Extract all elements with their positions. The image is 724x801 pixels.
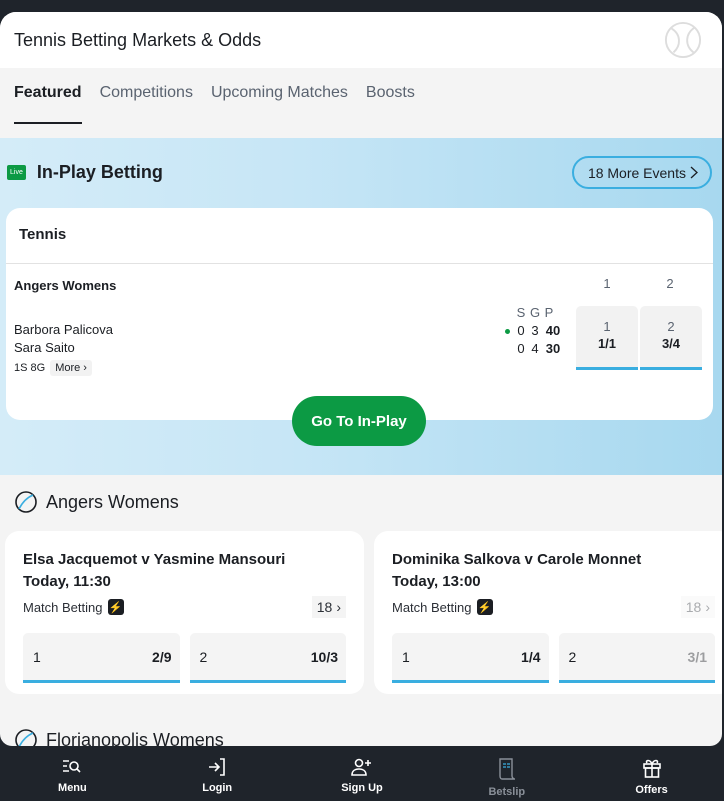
- live-badge: Live: [7, 165, 26, 180]
- competition-header[interactable]: Florianopolis Womens: [14, 728, 224, 746]
- player-name[interactable]: Sara Saito: [14, 339, 113, 357]
- tab-bar: Featured Competitions Upcoming Matches B…: [0, 68, 722, 138]
- tennis-ball-icon: [664, 21, 702, 59]
- competition-header[interactable]: Angers Womens: [14, 490, 179, 514]
- markets-count: 18: [316, 599, 333, 615]
- odds-selection: 1: [33, 648, 41, 665]
- inplay-card-title: Tennis: [6, 208, 713, 264]
- score-header: G: [529, 305, 541, 320]
- stage-label: 1S 8G: [14, 362, 46, 374]
- odds-button[interactable]: 1 1/4: [392, 633, 549, 683]
- points: 40: [545, 323, 561, 338]
- odds-price: 10/3: [310, 648, 338, 665]
- tennis-ball-icon: [15, 491, 37, 513]
- tennis-ball-icon: [15, 729, 37, 746]
- page-frame: Tennis Betting Markets & Odds Featured C…: [0, 12, 722, 746]
- add-user-icon: [351, 758, 371, 776]
- sets: 0: [517, 323, 525, 338]
- nav-login[interactable]: Login: [145, 746, 290, 801]
- odds-button[interactable]: 1 1/1: [576, 306, 638, 370]
- more-events-label: 18 More Events: [587, 164, 686, 181]
- odds-price: 3/4: [661, 336, 681, 351]
- menu-search-icon: [63, 760, 81, 773]
- nav-label: Offers: [635, 784, 668, 796]
- column-header: 1: [603, 276, 611, 291]
- inplay-competition: Angers Womens: [14, 278, 117, 293]
- match-title: Elsa Jacquemot v Yasmine Mansouri: [23, 551, 286, 568]
- go-to-inplay-button[interactable]: Go To In-Play: [292, 396, 426, 446]
- odds-button[interactable]: 2 3/4: [640, 306, 702, 370]
- tab-upcoming-matches[interactable]: Upcoming Matches: [211, 84, 348, 116]
- nav-label: Sign Up: [341, 782, 383, 794]
- tab-competitions[interactable]: Competitions: [100, 84, 193, 116]
- games: 3: [531, 323, 539, 338]
- markets-count-button[interactable]: 18 ›: [680, 596, 715, 618]
- odds-price: 1/1: [597, 336, 617, 351]
- odds-button[interactable]: 2 3/1: [558, 633, 715, 683]
- tab-featured[interactable]: Featured: [14, 84, 82, 124]
- odds-selection: 2: [199, 648, 208, 665]
- scoreboard: SGP 0 3 40 0 4 30: [505, 304, 564, 358]
- markets-count-button[interactable]: 18 ›: [311, 596, 346, 618]
- lightning-icon: ⚡: [476, 599, 493, 615]
- more-button[interactable]: More ›: [50, 360, 92, 376]
- nav-label: Login: [202, 782, 233, 794]
- bottom-nav: Menu Login Sign Up Betslip Offers: [0, 746, 724, 801]
- more-label: More: [55, 362, 81, 374]
- nav-sign-up[interactable]: Sign Up: [290, 746, 435, 801]
- login-icon: [209, 758, 225, 776]
- nav-betslip[interactable]: Betslip: [434, 746, 579, 801]
- games: 4: [531, 341, 539, 356]
- match-stage: 1S 8G More ›: [14, 360, 92, 376]
- points: 30: [545, 341, 561, 356]
- betslip-icon: [499, 758, 515, 780]
- odds-selection: 1: [402, 648, 410, 665]
- player-name[interactable]: Barbora Palicova: [14, 321, 113, 339]
- market-label: Match Betting: [23, 599, 103, 615]
- odds-selection: 2: [568, 648, 577, 665]
- chevron-right-icon: [690, 166, 698, 179]
- column-header: 2: [666, 276, 674, 291]
- serving-indicator: [505, 329, 510, 334]
- match-title: Dominika Salkova v Carole Monnet: [392, 551, 642, 568]
- players: Barbora Palicova Sara Saito: [14, 321, 113, 357]
- tab-boosts[interactable]: Boosts: [366, 84, 415, 116]
- competition-name: Florianopolis Womens: [46, 729, 224, 747]
- match-time: Today, 11:30: [23, 573, 111, 590]
- lightning-icon: ⚡: [107, 599, 124, 615]
- nav-menu[interactable]: Menu: [0, 746, 145, 801]
- score-header: P: [544, 305, 554, 320]
- odds-button[interactable]: 1 2/9: [23, 633, 180, 683]
- match-time: Today, 13:00: [392, 573, 481, 590]
- nav-offers[interactable]: Offers: [579, 746, 724, 801]
- market-label: Match Betting: [392, 599, 472, 615]
- score-header: S: [516, 305, 526, 320]
- sets: 0: [517, 341, 525, 356]
- inplay-card: Tennis Angers Womens 1 2 Barbora Palicov…: [6, 208, 713, 420]
- odds-selection: 2: [667, 319, 675, 334]
- inplay-title: In-Play Betting: [36, 162, 163, 182]
- nav-label: Betslip: [488, 786, 526, 798]
- odds-price: 1/4: [521, 648, 541, 665]
- odds-button[interactable]: 2 10/3: [189, 633, 346, 683]
- gift-icon: [642, 759, 661, 778]
- more-events-button[interactable]: 18 More Events: [571, 156, 712, 189]
- competition-name: Angers Womens: [46, 491, 179, 512]
- odds-price: 3/1: [687, 648, 707, 665]
- match-card[interactable]: Dominika Salkova v Carole Monnet Today, …: [374, 531, 722, 694]
- page-header: Tennis Betting Markets & Odds: [0, 12, 722, 68]
- nav-label: Menu: [58, 782, 87, 794]
- odds-price: 2/9: [152, 648, 172, 665]
- match-card[interactable]: Elsa Jacquemot v Yasmine Mansouri Today,…: [5, 531, 364, 694]
- odds-selection: 1: [603, 319, 611, 334]
- page-title: Tennis Betting Markets & Odds: [14, 29, 262, 50]
- markets-count: 18: [685, 599, 702, 615]
